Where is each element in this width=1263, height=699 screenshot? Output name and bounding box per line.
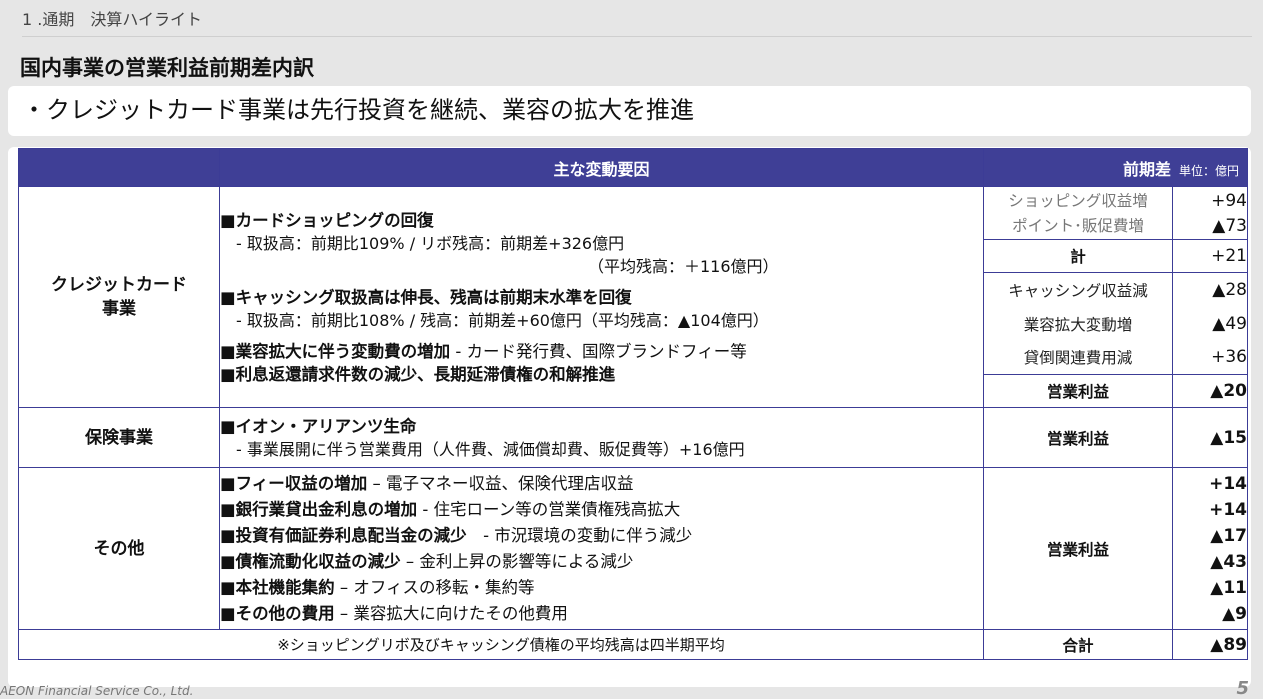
credit-item-3-title: ■業容拡大に伴う変動費の増加 [220, 341, 451, 361]
table-row: その他 ■フィー収益の増加 – 電子マネー収益、保険代理店収益 ■銀行業貸出金利… [18, 467, 1248, 630]
credit-item-4-title: ■利息返還請求件数の減少、長期延滞債権の和解推進 [220, 364, 616, 384]
credit-op-profit-label: 営業利益 [983, 374, 1173, 408]
page-number: 5 [1236, 678, 1249, 699]
credit-subtotal-label: 計 [983, 239, 1173, 273]
other-value-2: +14 [1209, 499, 1247, 520]
other-op-profit-label: 営業利益 [983, 467, 1173, 630]
category-credit-card: クレジットカード 事業 [18, 186, 220, 408]
lead-text: ・クレジットカード事業は先行投資を継続、業容の拡大を推進 [22, 96, 694, 124]
variable-cost-label: 業容拡大変動増 [983, 306, 1173, 341]
credit-subtotal-value: +21 [1172, 239, 1248, 273]
shopping-revenue-label: ショッピング収益増 [1008, 192, 1148, 210]
other-item-6: ■その他の費用 – 業容拡大に向けたその他費用 [220, 603, 568, 623]
other-value-6: ▲9 [1222, 603, 1247, 624]
other-value-3: ▲17 [1210, 525, 1247, 546]
table-row: 保険事業 ■イオン・アリアンツ生命 - 事業展開に伴う営業費用（人件費、減価償却… [18, 407, 1248, 468]
header-unit: 単位：億円 [1178, 163, 1239, 178]
other-item-2: ■銀行業貸出金利息の増加 - 住宅ローン等の営業債権残高拡大 [220, 499, 681, 519]
cashing-revenue-label: キャッシング収益減 [983, 272, 1173, 307]
credit-factors: ■カードショッピングの回復 - 取扱高：前期比109% / リボ残高：前期差+3… [219, 186, 984, 408]
other-item-4: ■債権流動化収益の減少 – 金利上昇の影響等による減少 [220, 551, 634, 571]
table-total-row: ※ショッピングリボ及びキャッシング債権の平均残高は四半期平均 合計 ▲89 [18, 629, 1248, 660]
credit-label-shopping: ショッピング収益増 ポイント･販促費増 [983, 186, 1173, 240]
page-title: 国内事業の営業利益前期差内訳 [20, 56, 314, 80]
header-factors: 主な変動要因 [219, 148, 984, 187]
total-value: ▲89 [1172, 629, 1248, 660]
credit-item-3: ■業容拡大に伴う変動費の増加 - カード発行費、国際ブランドフィー等 [220, 340, 983, 363]
shopping-revenue-value: +94 [1211, 191, 1247, 211]
other-value-4: ▲43 [1210, 551, 1247, 572]
other-value-1: +14 [1209, 473, 1247, 494]
total-label: 合計 [983, 629, 1173, 660]
bad-debt-label: 貸倒関連費用減 [983, 340, 1173, 375]
table-row: クレジットカード 事業 ■カードショッピングの回復 - 取扱高：前期比109% … [18, 186, 1248, 408]
header-blank [18, 148, 220, 187]
header-diff-label: 前期差 [1122, 159, 1171, 179]
lead-box: ・クレジットカード事業は先行投資を継続、業容の拡大を推進 [8, 86, 1251, 136]
cashing-revenue-value: ▲28 [1172, 272, 1248, 307]
other-values: +14 +14 ▲17 ▲43 ▲11 ▲9 [1172, 467, 1248, 630]
other-item-3: ■投資有価証券利息配当金の減少 - 市況環境の変動に伴う減少 [220, 525, 693, 545]
other-item-5: ■本社機能集約 – オフィスの移転・集約等 [220, 577, 535, 597]
profit-breakdown-table: 主な変動要因 前期差 単位：億円 クレジットカード 事業 ■カードショッピングの回… [18, 148, 1248, 660]
insurance-factors: ■イオン・アリアンツ生命 - 事業展開に伴う営業費用（人件費、減価償却費、販促費… [219, 407, 984, 468]
header-diff: 前期差 単位：億円 [983, 148, 1248, 187]
category-other: その他 [18, 467, 220, 630]
insurance-title: ■イオン・アリアンツ生命 [220, 416, 417, 436]
credit-item-1-title: ■カードショッピングの回復 [220, 210, 434, 230]
other-value-5: ▲11 [1210, 577, 1247, 598]
credit-item-1-sub2: （平均残高：＋116億円） [588, 256, 779, 276]
category-insurance: 保険事業 [18, 407, 220, 468]
credit-op-profit-value: ▲20 [1172, 374, 1248, 408]
other-item-1: ■フィー収益の増加 – 電子マネー収益、保険代理店収益 [220, 473, 634, 493]
footnote: ※ショッピングリボ及びキャッシング債権の平均残高は四半期平均 [18, 629, 984, 660]
credit-item-1-sub: - 取扱高：前期比109% / リボ残高：前期差+326億円 [236, 233, 625, 253]
credit-item-3-desc: - カード発行費、国際ブランドフィー等 [450, 341, 747, 361]
section-heading: 1 .通期 決算ハイライト [22, 6, 1252, 37]
table-header-row: 主な変動要因 前期差 単位：億円 [18, 148, 1248, 187]
insurance-op-profit-label: 営業利益 [983, 407, 1173, 468]
credit-item-2-sub: - 取扱高：前期比108% / 残高：前期差+60億円（平均残高：▲104億円） [236, 310, 769, 330]
credit-item-2-title: ■キャッシング取扱高は伸長、残高は前期末水準を回復 [220, 287, 632, 307]
insurance-sub: - 事業展開に伴う営業費用（人件費、減価償却費、販促費等）+16億円 [236, 439, 745, 459]
company-name: AEON Financial Service Co., Ltd. [0, 684, 194, 698]
insurance-op-profit-value: ▲15 [1172, 407, 1248, 468]
credit-value-shopping: +94 ▲73 [1172, 186, 1248, 240]
other-factors: ■フィー収益の増加 – 電子マネー収益、保険代理店収益 ■銀行業貸出金利息の増加… [219, 467, 984, 630]
bad-debt-value: +36 [1172, 340, 1248, 375]
point-promo-value: ▲73 [1212, 216, 1247, 236]
variable-cost-value: ▲49 [1172, 306, 1248, 341]
point-promo-label: ポイント･販促費増 [1012, 217, 1144, 235]
